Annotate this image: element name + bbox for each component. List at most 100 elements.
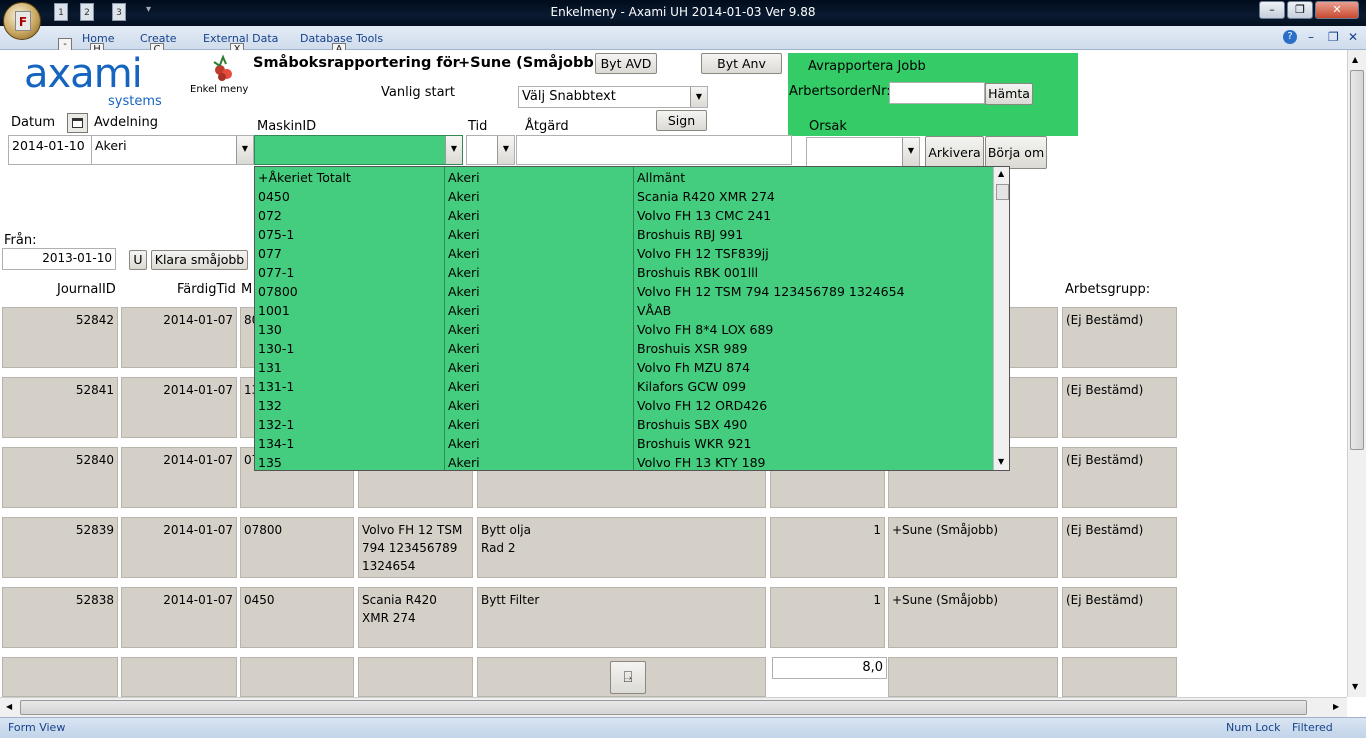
scroll-right-icon[interactable]: ▶: [1333, 702, 1339, 711]
maskinid-dropdown-icon[interactable]: ▼: [445, 136, 462, 164]
ribbon-minimize-icon[interactable]: –: [1308, 30, 1314, 44]
snabbtext-dropdown-icon[interactable]: ▼: [690, 87, 707, 107]
tid-dropdown-icon[interactable]: ▼: [497, 136, 514, 164]
dropdown-item[interactable]: 077 Akeri Volvo FH 12 TSF839jj: [255, 244, 993, 263]
dropdown-scrollbar[interactable]: ▲ ▼: [993, 167, 1009, 470]
maskin-cell[interactable]: 0450: [240, 587, 354, 648]
arbetsgrupp-cell[interactable]: (Ej Bestämd): [1062, 517, 1177, 578]
journal-cell[interactable]: 52840: [2, 447, 118, 508]
journal-cell[interactable]: 52841: [2, 377, 118, 438]
byt-avd-button[interactable]: Byt AVD: [595, 53, 657, 74]
quick-access-undo-icon[interactable]: 2: [80, 3, 94, 21]
form-scroll-thumb[interactable]: [1350, 70, 1364, 450]
dropdown-item-dept: Akeri: [448, 208, 480, 223]
description-cell[interactable]: Scania R420 XMR 274: [358, 587, 473, 648]
orsak-dropdown-icon[interactable]: ▼: [902, 138, 919, 166]
atgard-cell[interactable]: Bytt olja Rad 2: [477, 517, 766, 578]
axami-logo-sub: systems: [108, 94, 162, 109]
minimize-button[interactable]: –: [1259, 1, 1285, 19]
arbetsgrupp-cell[interactable]: (Ej Bestämd): [1062, 447, 1177, 508]
user-cell[interactable]: +Sune (Småjobb): [888, 517, 1058, 578]
maximize-button[interactable]: ❐: [1287, 1, 1313, 19]
dropdown-item-desc: Broshuis SBX 490: [637, 417, 748, 432]
snabbtext-select[interactable]: Välj Snabbtext ▼: [518, 86, 708, 108]
dropdown-item-dept: Akeri: [448, 170, 480, 185]
arbetsorder-label: ArbertsorderNr:: [789, 84, 891, 99]
dropdown-item[interactable]: 130-1 Akeri Broshuis XSR 989: [255, 339, 993, 358]
dropdown-item[interactable]: 07800 Akeri Volvo FH 12 TSM 794 123456789 …: [255, 282, 993, 301]
fardigtid-cell[interactable]: 2014-01-07: [121, 587, 237, 648]
avdelning-select[interactable]: Akeri ▼: [91, 135, 254, 165]
fardigtid-cell[interactable]: 2014-01-07: [121, 307, 237, 368]
form-hscroll-thumb[interactable]: [20, 700, 1307, 715]
fardigtid-cell[interactable]: 2014-01-07: [121, 447, 237, 508]
dropdown-scroll-up-icon[interactable]: ▲: [998, 169, 1004, 178]
borja-om-button[interactable]: Börja om: [985, 136, 1047, 169]
maskin-cell[interactable]: 07800: [240, 517, 354, 578]
klara-smajobb-button[interactable]: Klara småjobb: [151, 250, 248, 270]
hamta-button[interactable]: Hämta: [985, 83, 1033, 105]
avdelning-dropdown-icon[interactable]: ▼: [236, 136, 253, 164]
dropdown-item-id: 132: [258, 398, 282, 413]
quick-access-save-icon[interactable]: 1: [54, 3, 68, 21]
ribbon-close-icon[interactable]: ✕: [1348, 30, 1358, 44]
calendar-button[interactable]: [67, 113, 88, 133]
scroll-up-icon[interactable]: ▲: [1352, 55, 1358, 64]
ribbon-restore-icon[interactable]: ❐: [1328, 30, 1339, 44]
arbetsgrupp-cell[interactable]: (Ej Bestämd): [1062, 587, 1177, 648]
fran-input[interactable]: 2013-01-10: [2, 248, 116, 270]
fardigtid-cell[interactable]: 2014-01-07: [121, 517, 237, 578]
dropdown-item[interactable]: 132 Akeri Volvo FH 12 ORD426: [255, 396, 993, 415]
orsak-select[interactable]: ▼: [806, 137, 920, 167]
dropdown-item[interactable]: 072 Akeri Volvo FH 13 CMC 241: [255, 206, 993, 225]
dropdown-item[interactable]: 131 Akeri Volvo Fh MZU 874: [255, 358, 993, 377]
quick-access-redo-icon[interactable]: 3: [112, 3, 126, 21]
journal-cell[interactable]: 52838: [2, 587, 118, 648]
maskinid-dropdown-list: +Åkeriet Totalt Akeri Allmänt 0450 Akeri Scan…: [254, 166, 1010, 471]
journal-cell[interactable]: 52839: [2, 517, 118, 578]
dropdown-scroll-thumb[interactable]: [996, 184, 1009, 200]
dropdown-item[interactable]: +Åkeriet Totalt Akeri Allmänt: [255, 168, 993, 187]
sign-button[interactable]: Sign: [656, 110, 707, 131]
keytip-3: 3: [116, 8, 122, 18]
arkivera-button[interactable]: Arkivera: [925, 136, 984, 169]
byt-anv-button[interactable]: Byt Anv: [701, 53, 782, 74]
exit-door-icon: ⍈: [623, 668, 633, 686]
dropdown-item[interactable]: 1001 Akeri VÅAB: [255, 301, 993, 320]
dropdown-item[interactable]: 135 Akeri Volvo FH 13 KTY 189: [255, 453, 993, 470]
dropdown-item[interactable]: 077-1 Akeri Broshuis RBK 001lll: [255, 263, 993, 282]
close-button[interactable]: ✕: [1315, 1, 1359, 19]
dropdown-item[interactable]: 134-1 Akeri Broshuis WKR 921: [255, 434, 993, 453]
dropdown-item[interactable]: 131-1 Akeri Kilafors GCW 099: [255, 377, 993, 396]
description-cell[interactable]: Volvo FH 12 TSM 794 123456789 1324654: [358, 517, 473, 578]
dropdown-scroll-down-icon[interactable]: ▼: [998, 457, 1004, 466]
maskinid-select[interactable]: ▼: [254, 135, 463, 165]
scroll-down-icon[interactable]: ▼: [1352, 682, 1358, 691]
user-cell[interactable]: +Sune (Småjobb): [888, 587, 1058, 648]
tid-select[interactable]: ▼: [466, 135, 515, 165]
journal-cell[interactable]: 52842: [2, 307, 118, 368]
atgard-input[interactable]: [516, 135, 792, 165]
help-icon[interactable]: ?: [1283, 30, 1297, 44]
arbetsgrupp-cell[interactable]: (Ej Bestämd): [1062, 377, 1177, 438]
antal-cell[interactable]: 1: [770, 587, 885, 648]
arbetsorder-input[interactable]: [889, 82, 985, 104]
dropdown-item[interactable]: 0450 Akeri Scania R420 XMR 274: [255, 187, 993, 206]
dropdown-item[interactable]: 075-1 Akeri Broshuis RBJ 991: [255, 225, 993, 244]
fardigtid-cell[interactable]: 2014-01-07: [121, 377, 237, 438]
quick-access-customize-icon[interactable]: ▾: [146, 4, 151, 15]
u-button[interactable]: U: [129, 250, 147, 270]
enkel-meny-icon[interactable]: [208, 54, 238, 84]
datum-input[interactable]: 2014-01-10: [8, 135, 92, 165]
arbetsgrupp-cell[interactable]: (Ej Bestämd): [1062, 307, 1177, 368]
dropdown-item[interactable]: 132-1 Akeri Broshuis SBX 490: [255, 415, 993, 434]
antal-cell[interactable]: 1: [770, 517, 885, 578]
office-button[interactable]: F: [3, 2, 41, 40]
dropdown-item[interactable]: 130 Akeri Volvo FH 8*4 LOX 689: [255, 320, 993, 339]
form-vertical-scrollbar[interactable]: ▲ ▼: [1347, 50, 1366, 697]
exit-button[interactable]: ⍈: [610, 661, 646, 694]
atgard-cell[interactable]: Bytt Filter: [477, 587, 766, 648]
scroll-left-icon[interactable]: ◀: [6, 702, 12, 711]
dropdown-item-desc: Volvo Fh MZU 874: [637, 360, 751, 375]
form-horizontal-scrollbar[interactable]: ◀ ▶: [0, 697, 1347, 717]
